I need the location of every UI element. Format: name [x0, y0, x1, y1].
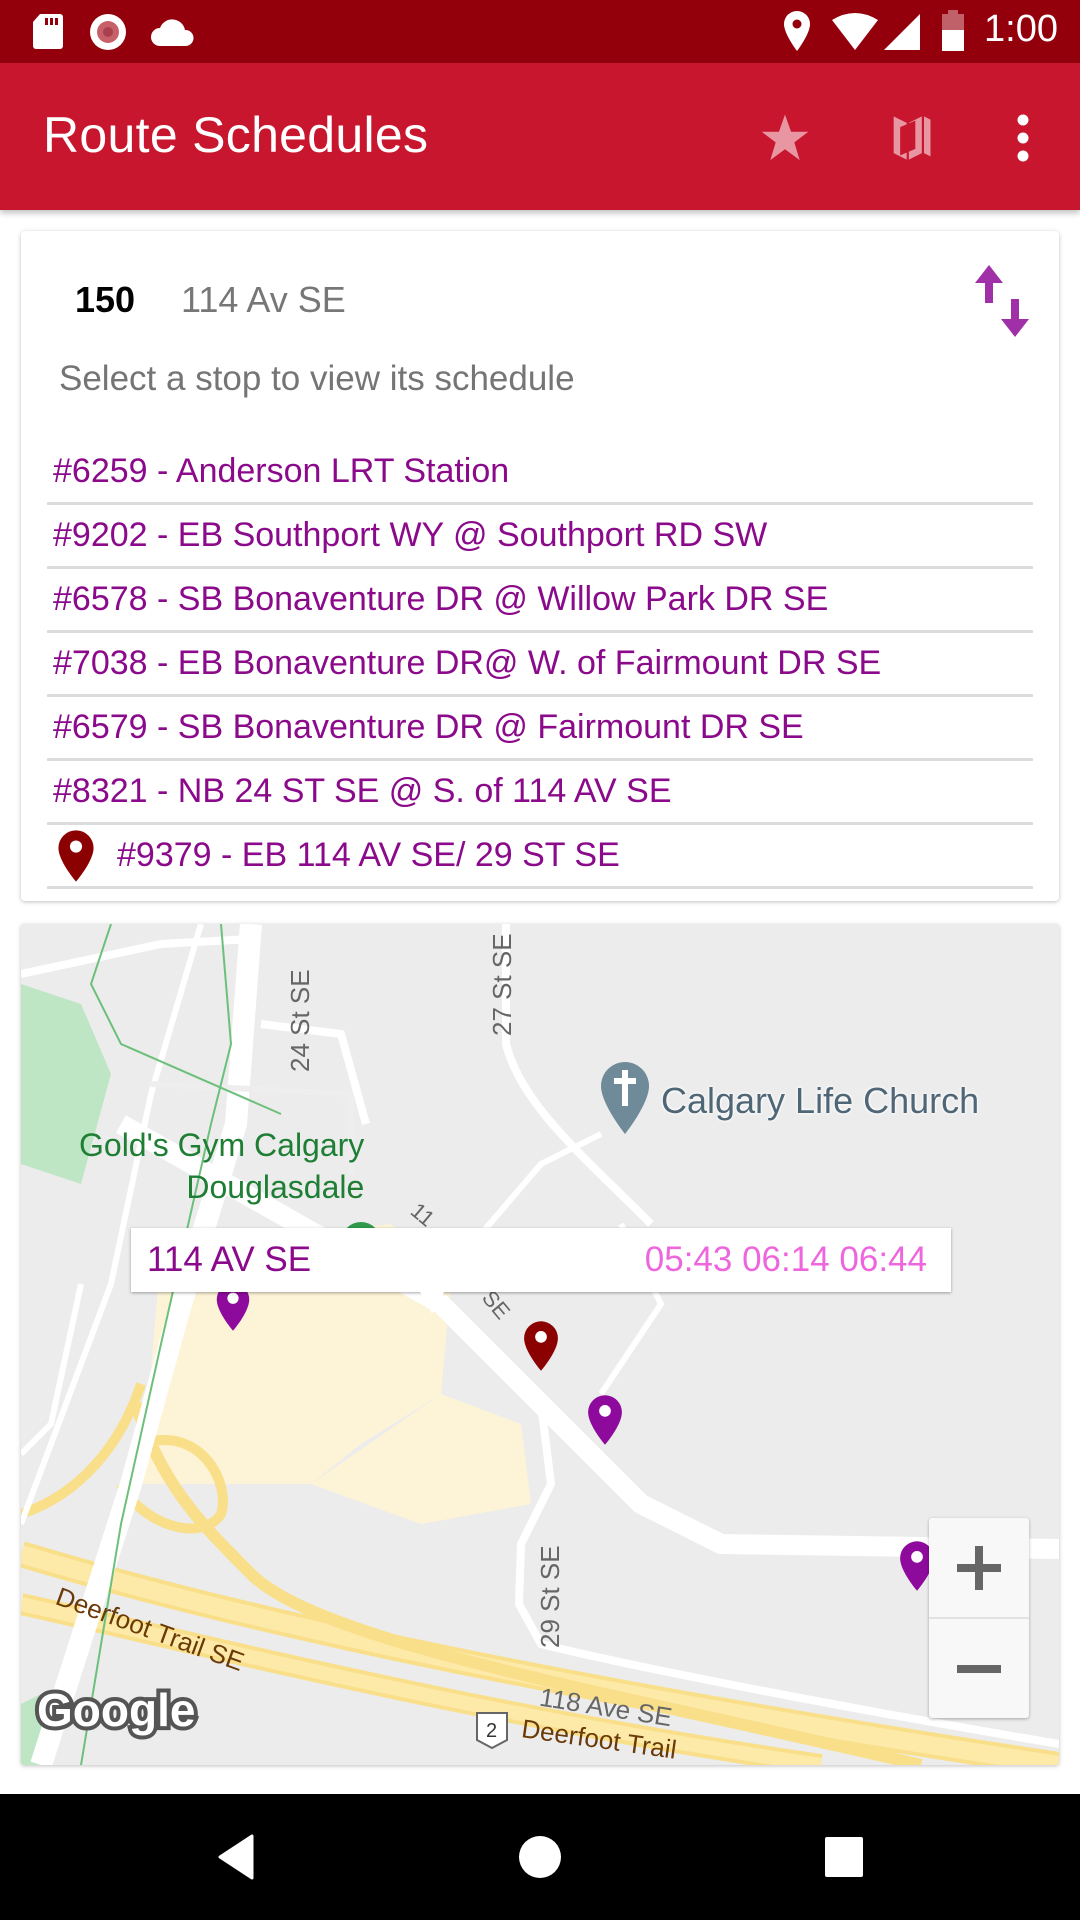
- stop-list-item[interactable]: #7038 - EB Bonaventure DR@ W. of Fairmou…: [47, 633, 1033, 697]
- stop-marker-icon[interactable]: [585, 1394, 625, 1446]
- zoom-out-button[interactable]: [929, 1619, 1029, 1718]
- zoom-in-button[interactable]: [929, 1518, 1029, 1617]
- stop-list-item[interactable]: #8321 - NB 24 ST SE @ S. of 114 AV SE: [47, 761, 1033, 825]
- swap-vert-icon: [975, 265, 1029, 337]
- back-triangle-icon: [218, 1834, 254, 1880]
- nav-home-button[interactable]: [500, 1822, 580, 1892]
- info-window-departure-times: 05:43 06:14 06:44: [644, 1240, 927, 1279]
- stop-list-item-selected[interactable]: #9379 - EB 114 AV SE/ 29 ST SE: [47, 825, 1033, 889]
- stop-label: #6259 - Anderson LRT Station: [53, 452, 510, 490]
- selected-stop-pin-icon: [58, 829, 94, 882]
- church-poi-marker-icon[interactable]: [599, 1060, 651, 1136]
- location-icon: [784, 11, 810, 51]
- nav-back-button[interactable]: [196, 1822, 276, 1892]
- stop-label: #6578 - SB Bonaventure DR @ Willow Park …: [53, 580, 829, 618]
- favorite-button[interactable]: [750, 103, 820, 173]
- stop-label: #9202 - EB Southport WY @ Southport RD S…: [53, 516, 768, 554]
- stop-list-item[interactable]: #9202 - EB Southport WY @ Southport RD S…: [47, 505, 1033, 569]
- plus-icon: [957, 1545, 1001, 1590]
- street-label: 29 St SE: [535, 1545, 565, 1648]
- battery-icon: [942, 10, 964, 51]
- status-time: 1:00: [984, 8, 1058, 50]
- map-icon: [893, 116, 931, 160]
- map-view[interactable]: Google 2 24 St SE 27 St SE 29 St SE 118 …: [21, 924, 1059, 1765]
- app-bar: Route Schedules: [0, 63, 1080, 210]
- status-bar: 1:00: [0, 0, 1080, 63]
- wifi-icon: [832, 13, 878, 50]
- overflow-menu-button[interactable]: [988, 103, 1058, 173]
- home-circle-icon: [519, 1836, 561, 1878]
- star-icon: [761, 114, 809, 161]
- record-icon: [90, 14, 126, 50]
- google-attribution: Google: [37, 1684, 195, 1736]
- more-vert-icon: [1017, 114, 1029, 162]
- stop-list: #6259 - Anderson LRT Station #9202 - EB …: [47, 441, 1033, 889]
- info-window-stop-name: 114 AV SE: [147, 1240, 312, 1279]
- stop-info-window[interactable]: 114 AV SE 05:43 06:14 06:44: [131, 1228, 951, 1292]
- stop-label: #7038 - EB Bonaventure DR@ W. of Fairmou…: [53, 644, 882, 682]
- route-name: 114 Av SE: [181, 279, 346, 320]
- instruction-text: Select a stop to view its schedule: [59, 359, 575, 398]
- system-nav-bar: [0, 1794, 1080, 1920]
- highway-shield-label: 2: [486, 1720, 497, 1742]
- signal-icon: [884, 14, 920, 50]
- stop-label: #8321 - NB 24 ST SE @ S. of 114 AV SE: [53, 772, 672, 810]
- poi-gym-name: Gold's Gym Calgary: [79, 1127, 365, 1163]
- map-button[interactable]: [876, 103, 946, 173]
- street-label: 27 St SE: [487, 933, 517, 1036]
- cloud-icon: [151, 19, 194, 46]
- poi-church-label: Calgary Life Church: [661, 1080, 980, 1121]
- route-number: 150: [75, 279, 136, 320]
- page-title: Route Schedules: [43, 107, 429, 163]
- stop-list-item[interactable]: #6578 - SB Bonaventure DR @ Willow Park …: [47, 569, 1033, 633]
- stop-list-item[interactable]: #6579 - SB Bonaventure DR @ Fairmount DR…: [47, 697, 1033, 761]
- street-label: 24 St SE: [285, 969, 315, 1072]
- zoom-controls: [929, 1518, 1029, 1718]
- route-card: 150 114 Av SE Select a stop to view its …: [21, 231, 1059, 901]
- sd-card-icon: [33, 14, 63, 49]
- poi-gym-label: Gold's Gym Calgary Douglasdale: [79, 1124, 364, 1208]
- stop-label: #9379 - EB 114 AV SE/ 29 ST SE: [117, 836, 620, 874]
- selected-stop-marker-icon[interactable]: [521, 1320, 561, 1372]
- nav-recents-button[interactable]: [804, 1822, 884, 1892]
- poi-gym-area: Douglasdale: [186, 1169, 365, 1205]
- info-window-pointer: [419, 1290, 445, 1314]
- stop-label: #6579 - SB Bonaventure DR @ Fairmount DR…: [53, 708, 804, 746]
- recents-square-icon: [825, 1837, 863, 1877]
- minus-icon: [957, 1664, 1001, 1673]
- stop-list-item[interactable]: #6259 - Anderson LRT Station: [47, 441, 1033, 505]
- swap-direction-button[interactable]: [969, 261, 1039, 341]
